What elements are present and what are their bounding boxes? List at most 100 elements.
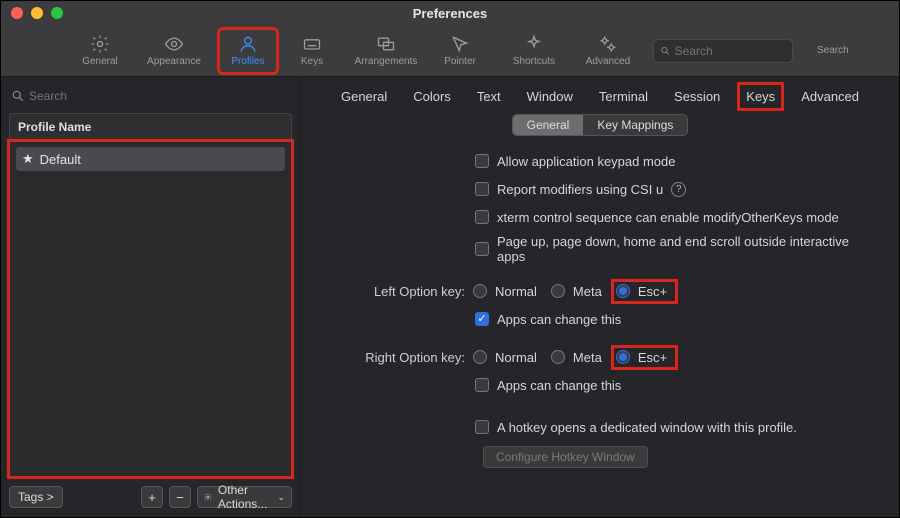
- toolbar-label: Appearance: [147, 56, 201, 67]
- toolbar-advanced[interactable]: Advanced: [579, 29, 637, 73]
- subtab-key-mappings[interactable]: Key Mappings: [583, 115, 687, 135]
- keys-subtabs: GeneralKey Mappings: [325, 114, 875, 136]
- toolbar-label: Shortcuts: [513, 56, 555, 67]
- window-controls: [11, 7, 63, 19]
- close-icon[interactable]: [11, 7, 23, 19]
- profile-list-header: Profile Name: [9, 113, 292, 141]
- check-label: Page up, page down, home and end scroll …: [497, 234, 875, 264]
- toolbar-search[interactable]: [653, 39, 793, 63]
- tab-advanced[interactable]: Advanced: [797, 87, 863, 106]
- sidebar-search-input[interactable]: [29, 89, 290, 103]
- tab-window[interactable]: Window: [523, 87, 577, 106]
- plus-icon: +: [148, 490, 156, 505]
- chevron-down-icon: ⌄: [277, 492, 285, 503]
- toolbar-arrangements[interactable]: Arrangements: [347, 29, 425, 73]
- toolbar-keys[interactable]: Keys: [283, 29, 341, 73]
- tab-general[interactable]: General: [337, 87, 391, 106]
- preferences-window: Preferences GeneralAppearanceProfilesKey…: [0, 0, 900, 518]
- radio-option-normal[interactable]: Normal: [473, 350, 543, 365]
- toolbar-label: Pointer: [444, 56, 476, 67]
- check-label: Apps can change this: [497, 378, 621, 393]
- checkbox[interactable]: [475, 312, 489, 326]
- search-icon: [660, 45, 671, 57]
- configure-hotkey-button: Configure Hotkey Window: [483, 446, 648, 468]
- toolbar-shortcuts[interactable]: Shortcuts: [495, 29, 573, 73]
- radio-icon: [616, 350, 630, 364]
- search-icon: [11, 89, 25, 103]
- sidebar-footer: Tags > + − Other Actions... ⌄: [9, 485, 292, 509]
- profile-list: ★ Default: [9, 141, 292, 477]
- checkbox[interactable]: [475, 420, 489, 434]
- sparkle-icon: [524, 34, 544, 54]
- row-label: Left Option key:: [335, 284, 465, 299]
- toolbar-search-wrap: Search: [653, 39, 849, 63]
- tab-colors[interactable]: Colors: [409, 87, 455, 106]
- gear-icon: [90, 34, 110, 54]
- hotkey-row: A hotkey opens a dedicated window with t…: [335, 416, 875, 438]
- toolbar-general[interactable]: General: [71, 29, 129, 73]
- row-label: Right Option key:: [335, 350, 465, 365]
- checkbox[interactable]: [475, 210, 489, 224]
- radio-label: Normal: [495, 350, 537, 365]
- radio-label: Esc+: [638, 350, 667, 365]
- check-label: Apps can change this: [497, 312, 621, 327]
- tab-keys[interactable]: Keys: [742, 87, 779, 106]
- tab-terminal[interactable]: Terminal: [595, 87, 652, 106]
- radio-label: Esc+: [638, 284, 667, 299]
- checkbox[interactable]: [475, 242, 489, 256]
- toolbar-search-label: Search: [817, 45, 849, 56]
- check-row: Report modifiers using CSI u?: [335, 178, 875, 200]
- body: Profile Name ★ Default Tags > + − Other …: [1, 77, 899, 517]
- other-actions-label: Other Actions...: [218, 483, 272, 511]
- radio-icon: [551, 350, 565, 364]
- toolbar-label: Advanced: [586, 56, 630, 67]
- help-icon[interactable]: ?: [671, 182, 686, 197]
- radio-label: Normal: [495, 284, 537, 299]
- keys-general-form: Allow application keypad mode Report modi…: [325, 150, 875, 468]
- minus-icon: −: [176, 490, 184, 505]
- pointer-icon: [450, 34, 470, 54]
- sidebar-search[interactable]: [9, 85, 292, 107]
- remove-profile-button[interactable]: −: [169, 486, 191, 508]
- windows-icon: [376, 34, 396, 54]
- checkbox[interactable]: [475, 182, 489, 196]
- check-label: Report modifiers using CSI u: [497, 182, 663, 197]
- profile-tabs: General Colors Text Window Terminal Session Ke…: [325, 87, 875, 106]
- check-label: xterm control sequence can enable modify…: [497, 210, 839, 225]
- check-label: Allow application keypad mode: [497, 154, 676, 169]
- subtab-general[interactable]: General: [513, 115, 584, 135]
- check-row: xterm control sequence can enable modify…: [335, 206, 875, 228]
- checkbox[interactable]: [475, 154, 489, 168]
- gears-icon: [598, 34, 618, 54]
- right-option-row: Right Option key: Normal Meta Esc+: [335, 346, 875, 368]
- add-profile-button[interactable]: +: [141, 486, 163, 508]
- check-row: Page up, page down, home and end scroll …: [335, 234, 875, 264]
- profile-name: Default: [40, 152, 81, 167]
- zoom-icon[interactable]: [51, 7, 63, 19]
- toolbar-search-input[interactable]: [675, 44, 786, 58]
- keyboard-icon: [302, 34, 322, 54]
- radio-option-meta[interactable]: Meta: [551, 284, 608, 299]
- radio-option-escplus[interactable]: Esc+: [616, 350, 673, 365]
- toolbar-profiles[interactable]: Profiles: [219, 29, 277, 73]
- toolbar-pointer[interactable]: Pointer: [431, 29, 489, 73]
- person-icon: [238, 34, 258, 54]
- tags-button[interactable]: Tags >: [9, 486, 63, 508]
- radio-option-normal[interactable]: Normal: [473, 284, 543, 299]
- checkbox[interactable]: [475, 378, 489, 392]
- gear-icon: [204, 491, 212, 503]
- tab-session[interactable]: Session: [670, 87, 724, 106]
- check-row: Allow application keypad mode: [335, 150, 875, 172]
- eye-icon: [164, 34, 184, 54]
- profile-row-default[interactable]: ★ Default: [16, 147, 285, 171]
- window-title: Preferences: [1, 6, 899, 21]
- toolbar-appearance[interactable]: Appearance: [135, 29, 213, 73]
- toolbar-label: Arrangements: [355, 56, 418, 67]
- other-actions-dropdown[interactable]: Other Actions... ⌄: [197, 486, 292, 508]
- radio-option-escplus[interactable]: Esc+: [616, 284, 673, 299]
- radio-option-meta[interactable]: Meta: [551, 350, 608, 365]
- titlebar: Preferences: [1, 1, 899, 25]
- minimize-icon[interactable]: [31, 7, 43, 19]
- tab-text[interactable]: Text: [473, 87, 505, 106]
- radio-icon: [473, 350, 487, 364]
